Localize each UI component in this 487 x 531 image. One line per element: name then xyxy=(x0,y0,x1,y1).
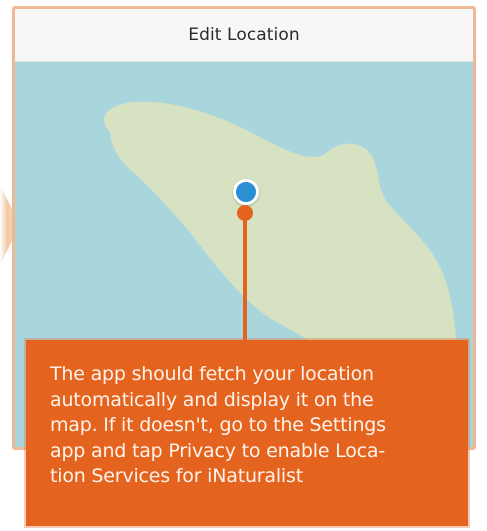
callout-line: map. If it doesn't, go to the Settings xyxy=(50,414,386,436)
callout-line: app and tap Privacy to enable Loca- xyxy=(50,439,385,462)
callout-line: automatically and display it on the xyxy=(50,388,374,411)
callout-line: The app should fetch your location xyxy=(50,363,374,385)
current-location-marker[interactable] xyxy=(233,179,259,205)
nav-header: Edit Location xyxy=(15,9,473,62)
callout-line: tion Services for iNaturalist xyxy=(50,465,303,487)
callout-text: The app should fetch your location autom… xyxy=(26,340,468,490)
page-title: Edit Location xyxy=(188,25,300,45)
pointer-line xyxy=(243,211,247,342)
instruction-callout: The app should fetch your location autom… xyxy=(26,340,468,526)
